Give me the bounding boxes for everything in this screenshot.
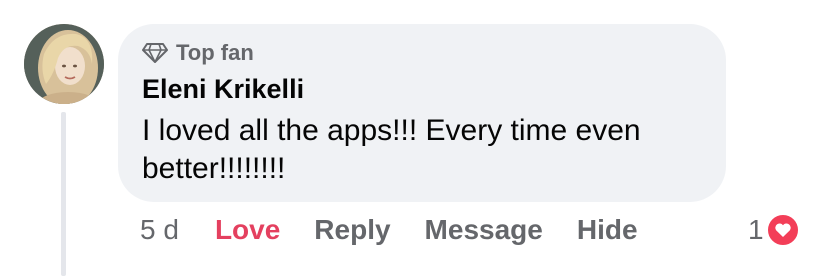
- reaction-summary[interactable]: 1: [748, 210, 800, 250]
- avatar-image: [24, 24, 104, 104]
- thread-line: [61, 112, 66, 276]
- timestamp[interactable]: 5 d: [140, 214, 179, 246]
- comment-actions: 5 d Love Reply Message Hide: [140, 210, 672, 250]
- heart-icon: [774, 223, 791, 237]
- comment-bubble: Top fan Eleni Krikelli I loved all the a…: [118, 24, 726, 202]
- hide-button[interactable]: Hide: [577, 214, 638, 246]
- diamond-icon: [142, 43, 168, 63]
- heart-reaction: [765, 213, 800, 247]
- comment-text: I loved all the apps!!! Every time even …: [142, 114, 641, 185]
- reply-button[interactable]: Reply: [314, 214, 390, 246]
- avatar[interactable]: [24, 24, 104, 104]
- love-button[interactable]: Love: [215, 214, 280, 246]
- top-fan-badge[interactable]: Top fan: [142, 40, 254, 66]
- reaction-count: 1: [748, 214, 764, 245]
- badge-label: Top fan: [176, 40, 254, 65]
- comment: Top fan Eleni Krikelli I loved all the a…: [0, 0, 828, 276]
- message-button[interactable]: Message: [425, 214, 543, 246]
- author-name[interactable]: Eleni Krikelli: [142, 74, 304, 105]
